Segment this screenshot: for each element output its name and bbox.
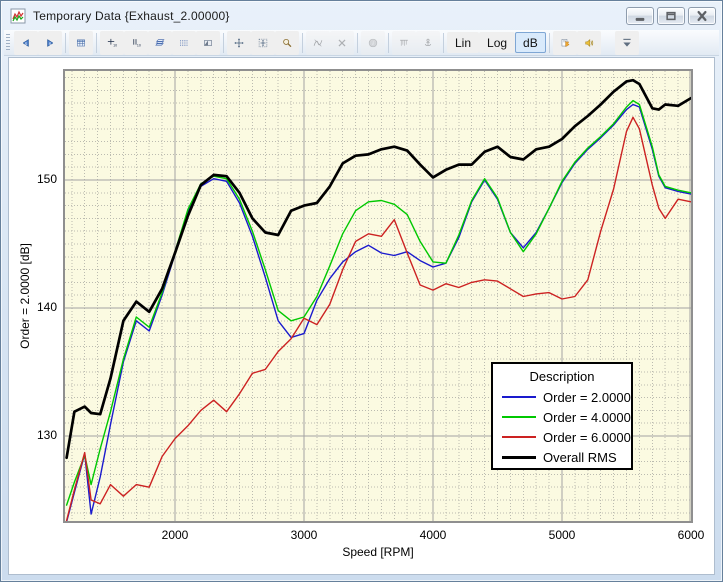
zoom-extents-button[interactable] <box>227 31 251 55</box>
db-scale-button[interactable]: dB <box>515 32 546 53</box>
anchor-cursor-button <box>416 31 440 55</box>
x-tick-label: 5000 <box>540 528 584 542</box>
close-button[interactable] <box>688 7 716 25</box>
band-10-icon: 10 <box>131 34 141 52</box>
app-chart-icon <box>10 8 26 24</box>
svg-text:10: 10 <box>137 43 141 47</box>
window: Temporary Data {Exhaust_2.00000} S S 10 10 i… <box>0 0 723 582</box>
toolbar-separator <box>65 33 66 53</box>
x-axis-title: Speed [RPM] <box>228 545 528 559</box>
titlebar[interactable]: Temporary Data {Exhaust_2.00000} <box>1 1 722 30</box>
toolbar: S S 10 10 i LinLogdB <box>4 30 719 56</box>
x-tick-label: 6000 <box>669 528 713 542</box>
info-icon: i <box>368 34 378 52</box>
legend-entry: Order = 2.0000 <box>493 387 631 407</box>
x-tick-label: 3000 <box>282 528 326 542</box>
colormap-button[interactable] <box>196 31 220 55</box>
zoom-window-icon <box>258 34 268 52</box>
toolbar-separator <box>223 33 224 53</box>
overlay-traces-button[interactable] <box>148 31 172 55</box>
svg-text:S: S <box>49 40 52 45</box>
curve-fit-button <box>306 31 330 55</box>
toolbar-separator <box>96 33 97 53</box>
toolbar-grip[interactable] <box>6 34 10 52</box>
magnifier-button[interactable] <box>275 31 299 55</box>
x-tick-label: 2000 <box>153 528 197 542</box>
close-icon <box>689 7 715 25</box>
window-title: Temporary Data {Exhaust_2.00000} <box>33 9 230 23</box>
arrow-right-s-icon: S <box>45 34 55 52</box>
svg-text:S: S <box>25 40 28 45</box>
toolbar-overflow-button[interactable] <box>615 31 639 55</box>
log-scale-button[interactable]: Log <box>479 32 515 53</box>
comb-icon <box>399 34 409 52</box>
restore-icon <box>658 7 684 25</box>
data-table-button[interactable] <box>69 31 93 55</box>
y-axis-title: Order = 2.0000 [dB] <box>18 146 32 446</box>
minimize-button[interactable] <box>626 7 654 25</box>
comb-cursor-button <box>392 31 416 55</box>
next-dataset-button[interactable]: S <box>38 31 62 55</box>
legend-entry: Order = 4.0000 <box>493 407 631 427</box>
toolbar-separator <box>302 33 303 53</box>
legend-title: Description <box>493 369 631 384</box>
legend-line-sample <box>502 456 536 459</box>
toolbar-separator <box>443 33 444 53</box>
harmonic-cursor-button[interactable]: 10 <box>100 31 124 55</box>
restore-button[interactable] <box>657 7 685 25</box>
info-button: i <box>361 31 385 55</box>
minimize-icon <box>627 7 653 25</box>
export-button[interactable] <box>553 31 577 55</box>
grid-display-button[interactable] <box>172 31 196 55</box>
lin-scale-button[interactable]: Lin <box>447 32 479 53</box>
toolbar-separator <box>549 33 550 53</box>
data-table-icon <box>76 34 86 52</box>
anchor-icon <box>423 34 433 52</box>
curve-fit-icon <box>313 34 323 52</box>
legend-entry: Order = 6.0000 <box>493 427 631 447</box>
prev-dataset-button[interactable]: S <box>14 31 38 55</box>
legend-entry: Overall RMS <box>493 447 631 467</box>
zoom-window-button[interactable] <box>251 31 275 55</box>
legend-line-sample <box>502 416 536 418</box>
legend-entry-label: Order = 6.0000 <box>543 430 631 445</box>
legend-entry-label: Order = 2.0000 <box>543 390 631 405</box>
export-icon <box>560 34 570 52</box>
arrow-left-s-icon: S <box>21 34 31 52</box>
zoom-extents-icon <box>234 34 244 52</box>
legend-line-sample <box>502 436 536 438</box>
svg-text:10: 10 <box>113 43 117 47</box>
delete-button <box>330 31 354 55</box>
legend-line-sample <box>502 396 536 398</box>
toolbar-separator <box>388 33 389 53</box>
chart-client-area: 20003000400050006000130140150 Speed [RPM… <box>8 57 715 575</box>
legend-entry-label: Order = 4.0000 <box>543 410 631 425</box>
magnifier-icon <box>282 34 292 52</box>
layers-icon <box>155 34 165 52</box>
toolbar-separator <box>357 33 358 53</box>
speaker-icon <box>584 34 594 52</box>
legend: Description Order = 2.0000 Order = 4.0000… <box>491 362 633 470</box>
colormap-icon <box>203 34 213 52</box>
delete-x-icon <box>337 34 347 52</box>
x-tick-label: 4000 <box>411 528 455 542</box>
dotted-lines-icon <box>179 34 189 52</box>
plot-area[interactable] <box>9 58 715 575</box>
crosshair-10-icon: 10 <box>107 34 117 52</box>
band-cursor-button[interactable]: 10 <box>124 31 148 55</box>
legend-entry-label: Overall RMS <box>543 450 617 465</box>
sound-button[interactable] <box>577 31 601 55</box>
